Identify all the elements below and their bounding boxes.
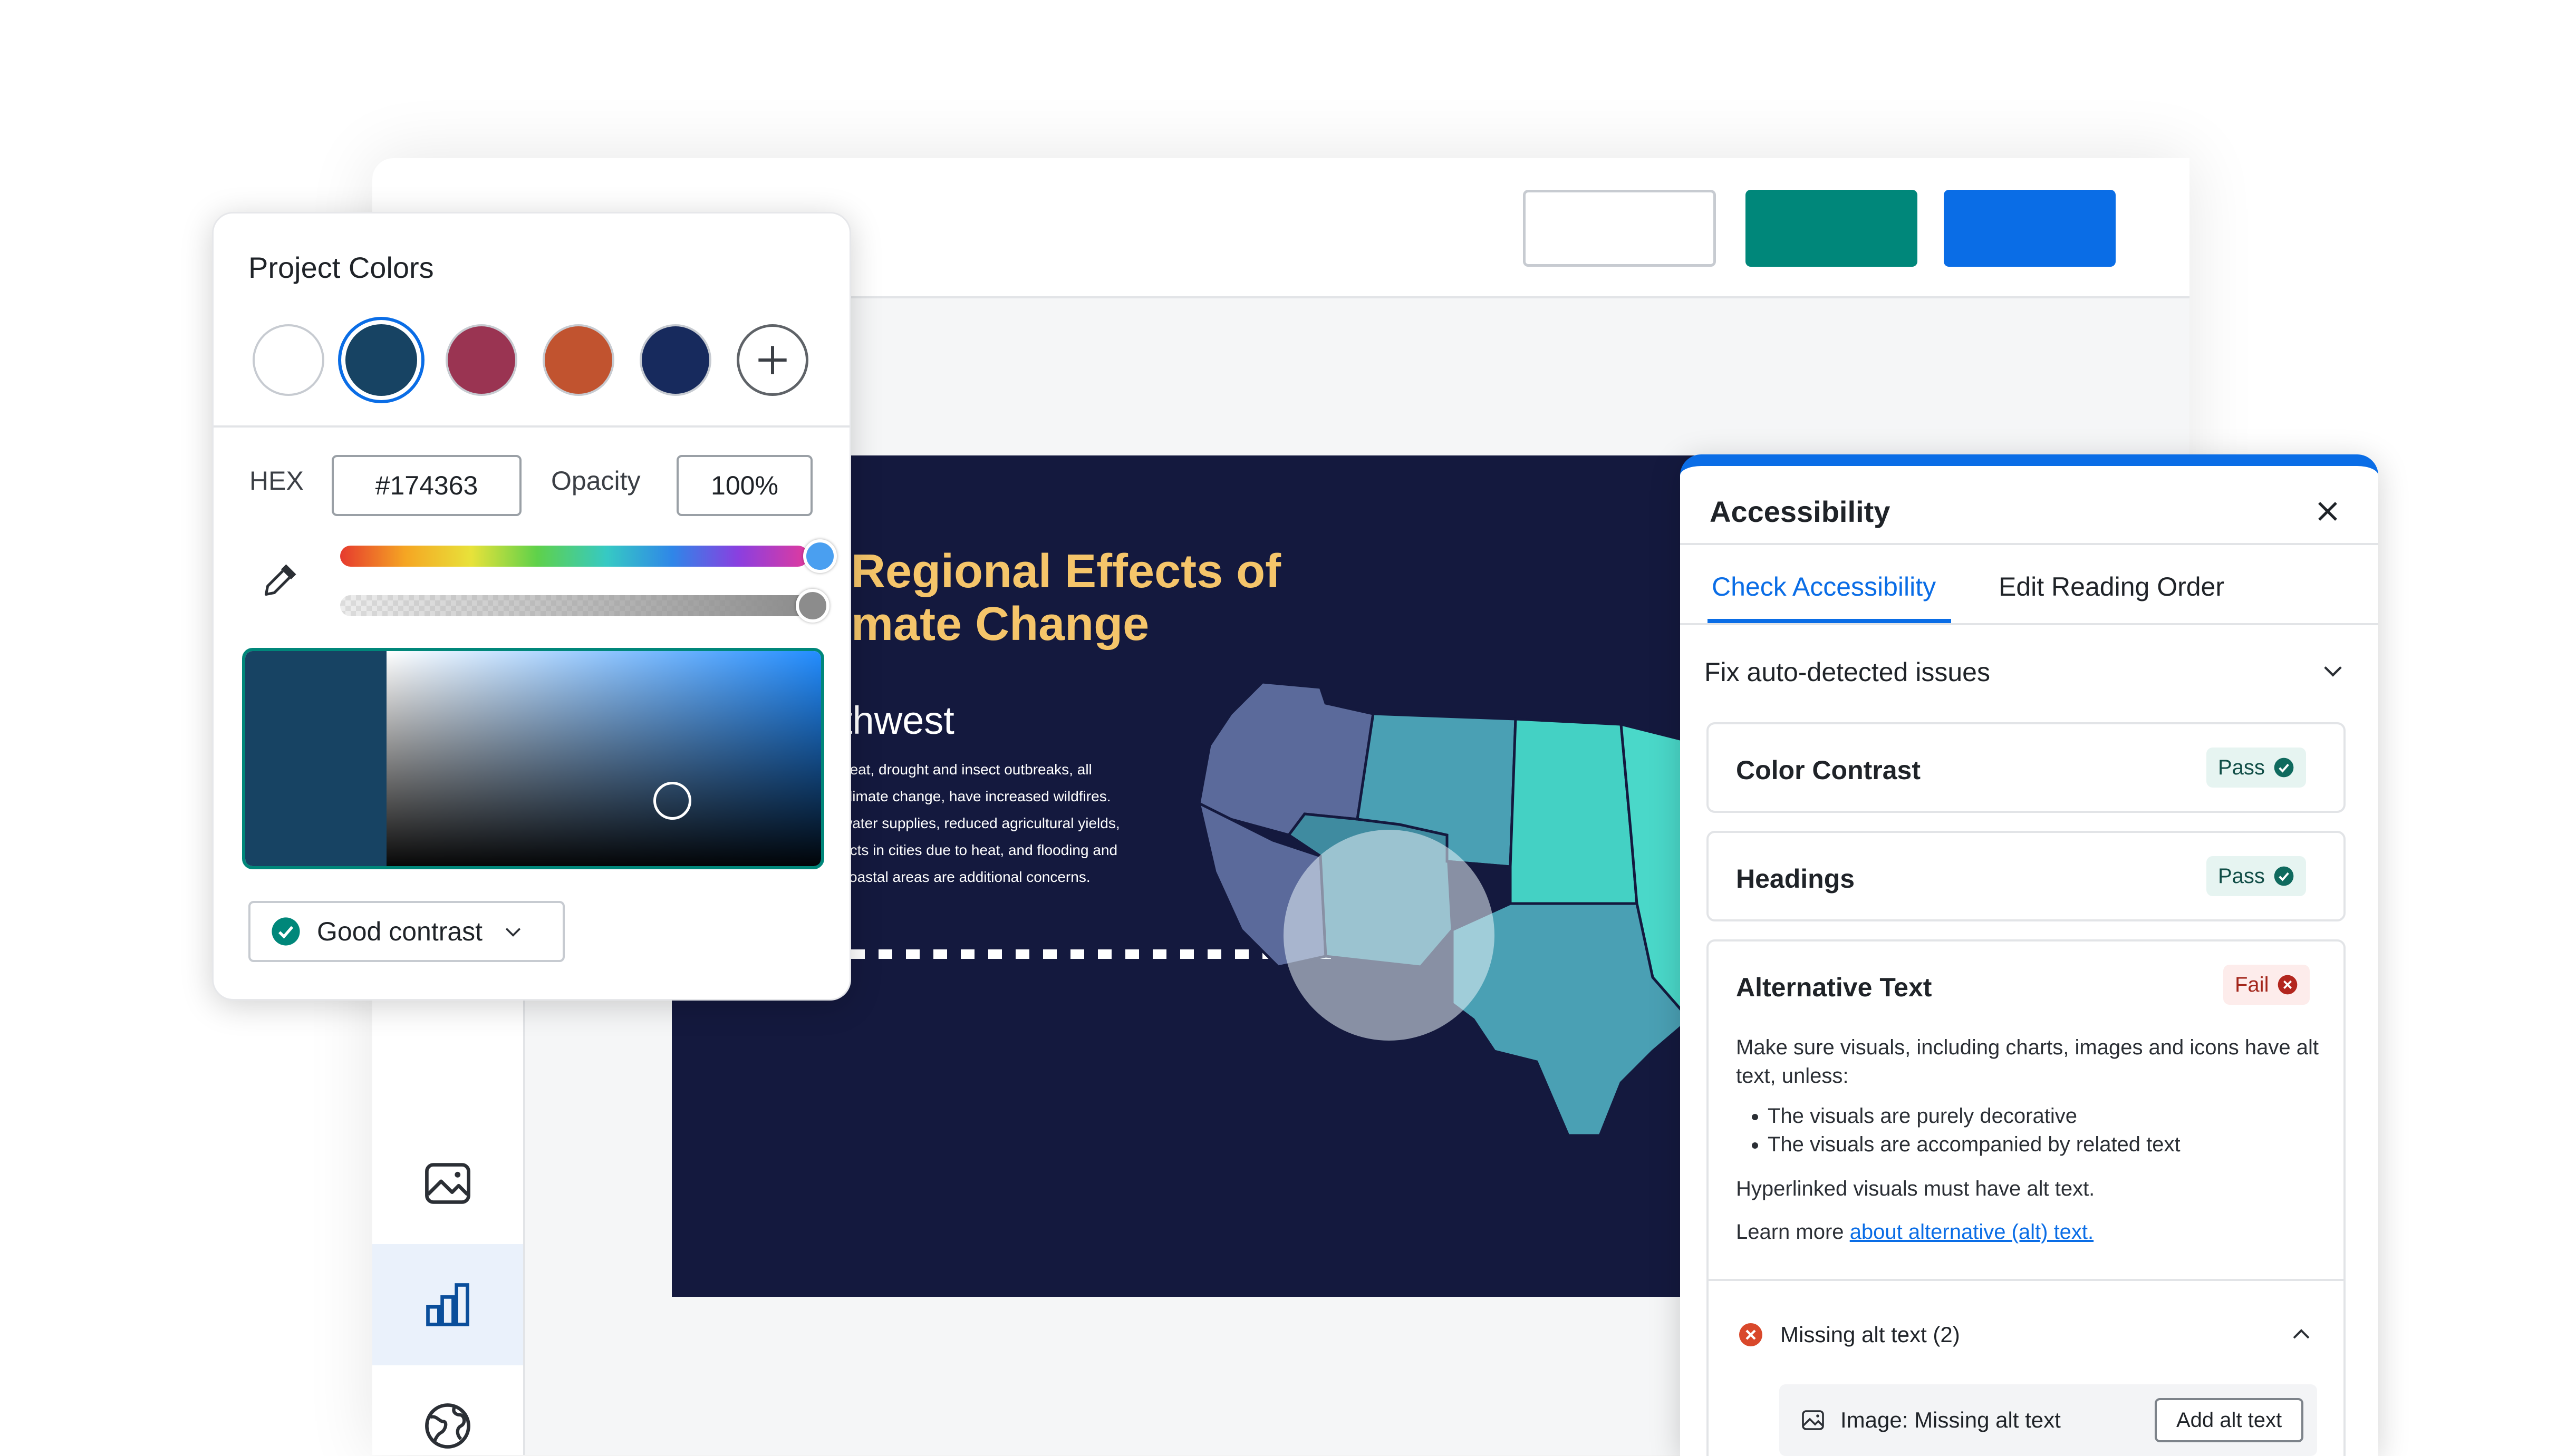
error-circle-icon [2278,975,2298,995]
current-color-preview [245,651,387,866]
swatch-white[interactable] [253,324,324,396]
swatch-orange[interactable] [543,324,614,396]
toolbar-teal-button[interactable] [1745,190,1917,267]
slide-subtitle[interactable]: thwest [842,698,954,743]
us-map-graphic[interactable] [1199,682,1726,1135]
check-card-color-contrast[interactable]: Color Contrast Pass [1706,722,2346,813]
section-collapse-button[interactable] [2319,657,2347,687]
hyperlink-note: Hyperlinked visuals must have alt text. [1736,1177,2095,1200]
slide-body-text[interactable]: heat, drought and insect outbreaks, all … [842,756,1137,890]
check-card-headings[interactable]: Headings Pass [1706,831,2346,921]
rail-item-image[interactable] [372,1123,523,1244]
panel-divider [214,425,850,428]
color-picker-area[interactable] [242,648,824,869]
learn-more-link[interactable]: about alternative (alt) text. [1850,1220,2094,1244]
missing-alt-text-item[interactable]: Image: Missing alt text Add alt text [1779,1384,2317,1456]
missing-collapse-button[interactable] [2289,1322,2314,1350]
tab-check-accessibility[interactable]: Check Accessibility [1712,571,1936,602]
check-circle-icon [272,917,300,946]
image-icon [425,1163,470,1204]
contrast-label: Good contrast [317,917,483,946]
chevron-up-icon [2293,1329,2310,1339]
check-circle-icon [2274,758,2294,778]
status-badge: Fail [2223,965,2310,1005]
project-colors-panel: Project Colors HEX #174363 Opacity 100% … [212,212,851,1001]
hex-label: HEX [249,466,304,496]
panel-title: Accessibility [1710,495,1890,528]
add-alt-text-button[interactable]: Add alt text [2155,1398,2303,1442]
picker-handle[interactable] [653,782,691,820]
panel-title: Project Colors [248,251,434,284]
list-item: The visuals are purely decorative [1768,1102,2316,1130]
check-circle-icon [2274,866,2294,886]
close-button[interactable] [2311,494,2345,531]
contrast-dropdown[interactable]: Good contrast [248,901,565,962]
tabs-divider [1680,623,2378,625]
eyedropper-icon [264,564,296,596]
status-badge: Pass [2206,856,2306,896]
error-circle-icon [1739,1323,1762,1346]
check-name: Headings [1736,864,1855,894]
missing-alt-text-label: Missing alt text (2) [1780,1322,1960,1347]
alt-text-intro: Make sure visuals, including charts, ima… [1736,1036,2319,1088]
opacity-slider-thumb[interactable] [796,589,829,623]
opacity-slider[interactable] [340,595,808,616]
hex-input[interactable]: #174363 [332,455,522,516]
bar-chart-icon [426,1283,469,1326]
check-card-alternative-text[interactable]: Alternative Text Fail Make sure visuals,… [1706,939,2346,1456]
swatch-berry[interactable] [446,324,517,396]
check-name: Color Contrast [1736,755,1921,785]
plus-icon [758,346,787,374]
toolbar-outline-button[interactable] [1523,190,1716,267]
map-region-northwest [1199,682,1375,837]
section-title: Fix auto-detected issues [1704,657,1990,687]
rail-item-globe[interactable] [372,1365,523,1455]
globe-icon [425,1403,470,1449]
card-divider [1709,1279,2343,1281]
eyedropper-button[interactable] [261,559,301,602]
close-icon [2318,502,2337,521]
missing-item-label: Image: Missing alt text [1840,1408,2061,1432]
map-region-plains [1509,717,1638,905]
slide-title[interactable]: Regional Effects of mate Change [851,545,1281,651]
alt-text-exceptions: The visuals are purely decorative The vi… [1736,1102,2316,1159]
toolbar-primary-button[interactable] [1944,190,2116,267]
active-tab-indicator [1708,619,1951,623]
swatch-navy-selected[interactable] [345,324,417,396]
hue-slider-thumb[interactable] [803,539,837,573]
saturation-value-field[interactable] [387,651,821,866]
status-badge: Pass [2206,748,2306,788]
image-icon [1802,1410,1824,1430]
chevron-down-icon [505,928,521,937]
magnifier-lens [1284,830,1494,1041]
tab-edit-reading-order[interactable]: Edit Reading Order [1999,571,2224,602]
swatch-dark-blue[interactable] [640,324,711,396]
chevron-down-icon [2324,666,2342,677]
rail-item-chart[interactable] [372,1244,523,1365]
opacity-input[interactable]: 100% [677,455,813,516]
opacity-label: Opacity [551,466,641,496]
header-divider [1680,543,2378,545]
accessibility-panel: Accessibility Check Accessibility Edit R… [1680,454,2378,1456]
check-name: Alternative Text [1736,973,1932,1002]
add-color-button[interactable] [737,324,808,396]
learn-more-line: Learn more about alternative (alt) text. [1736,1220,2094,1244]
list-item: The visuals are accompanied by related t… [1768,1130,2316,1159]
hue-slider[interactable] [340,546,808,567]
